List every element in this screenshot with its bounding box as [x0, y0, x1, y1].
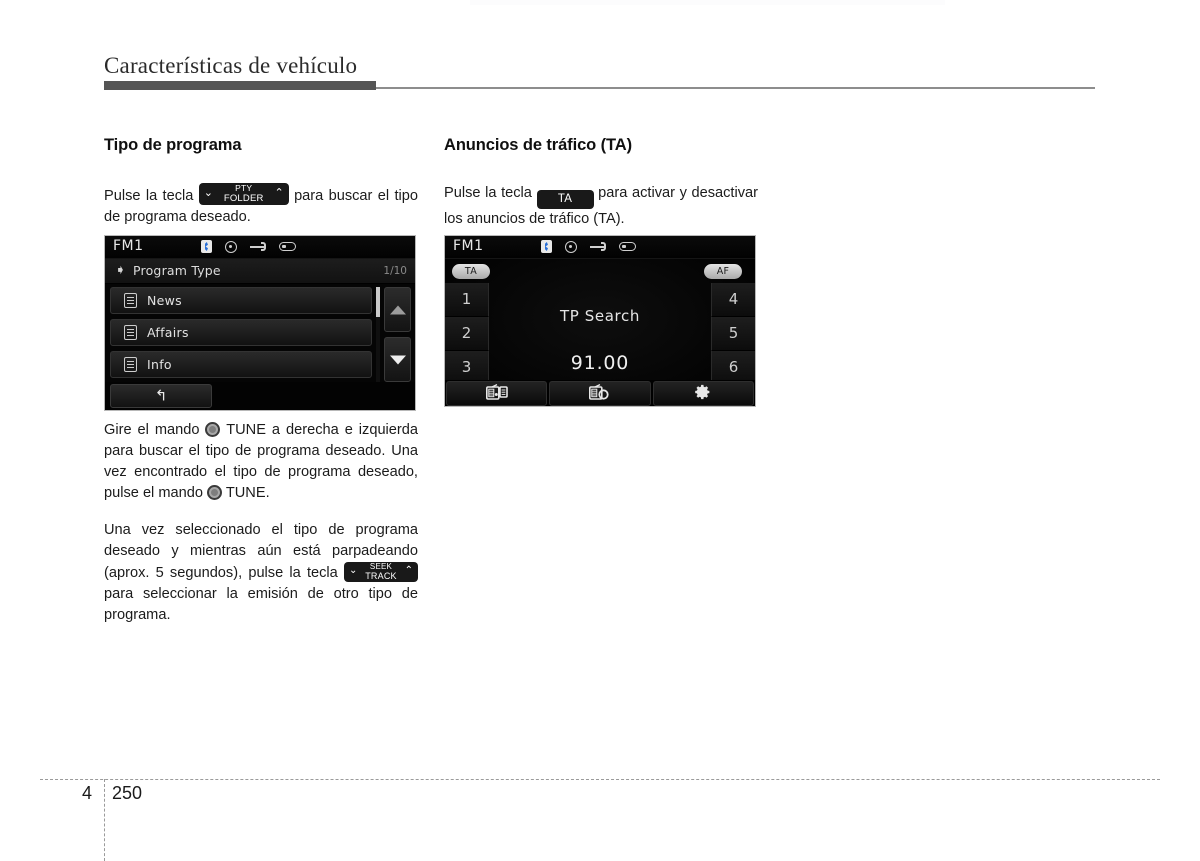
- section-heading-program-type: Tipo de programa: [104, 136, 242, 154]
- disc-icon: [225, 240, 237, 253]
- status-badge-af[interactable]: AF: [704, 264, 742, 279]
- scroll-up-button[interactable]: [384, 287, 411, 332]
- paragraph-text: TUNE.: [225, 485, 270, 501]
- paragraph-text: Gire el mando: [104, 422, 200, 438]
- list-title-label: Program Type: [133, 263, 221, 278]
- scrollbar-track[interactable]: [376, 287, 380, 382]
- back-arrow-icon: ↰: [154, 386, 168, 405]
- usb-icon: [250, 241, 266, 252]
- tune-knob-icon: [205, 422, 221, 437]
- cursor-arrow-icon: ➧: [115, 263, 126, 278]
- preset-button-1[interactable]: 1: [445, 283, 489, 317]
- chevron-up-icon: ⌃: [404, 565, 413, 576]
- status-source-label: FM1: [453, 238, 484, 254]
- bluetooth-icon: [201, 240, 212, 253]
- scan-artifact: [470, 0, 945, 5]
- device-icon: [279, 242, 296, 251]
- paragraph-seek-instruction: Una vez seleccionado el tipo de programa…: [104, 520, 418, 626]
- paragraph-pty-instruction: Pulse la tecla ⌄ PTY FOLDER ⌃ para buscar e…: [104, 183, 418, 228]
- radio-toolbar: [445, 380, 755, 406]
- preset-button-5[interactable]: 5: [711, 317, 755, 351]
- page-title: Características de vehículo: [104, 53, 358, 78]
- preset-column-right: 4 5 6: [711, 283, 755, 385]
- radio-list-icon: [485, 383, 508, 404]
- list-item[interactable]: Info: [110, 351, 372, 378]
- gear-icon: [695, 383, 712, 404]
- left-column: Tipo de programa Pulse la tecla ⌄ PTY FOLD…: [104, 136, 418, 244]
- section-heading-traffic-announcements: Anuncios de tráfico (TA): [444, 136, 632, 154]
- program-type-list: News Affairs Info: [110, 287, 372, 383]
- header-rule-thick: [104, 81, 376, 90]
- footer-page-number: 250: [112, 783, 143, 803]
- list-document-icon: [124, 325, 137, 340]
- list-item[interactable]: Affairs: [110, 319, 372, 346]
- footer-divider: [104, 779, 105, 861]
- status-icon-group: [201, 240, 296, 253]
- manual-page: Características de vehículo Tipo de prog…: [0, 0, 1200, 861]
- status-icon-group: [541, 240, 636, 253]
- device-icon: [619, 242, 636, 251]
- list-item[interactable]: News: [110, 287, 372, 314]
- gear-icon-svg: [695, 384, 710, 399]
- tune-knob-icon: [207, 485, 223, 500]
- left-column-continued: Gire el mando TUNE a derecha e izquierda…: [104, 420, 418, 626]
- device-status-bar: FM1: [445, 236, 755, 259]
- chapter-header: Características de vehículo: [104, 52, 1104, 80]
- chevron-up-icon: ⌃: [274, 187, 284, 199]
- list-item-label: News: [147, 293, 182, 308]
- list-area: News Affairs Info: [105, 284, 415, 388]
- list-document-icon: [124, 293, 137, 308]
- key-ta: TA: [536, 190, 594, 209]
- right-column: Anuncios de tráfico (TA) Pulse la tecla …: [444, 136, 758, 246]
- preset-button-4[interactable]: 4: [711, 283, 755, 317]
- scroll-down-button[interactable]: [384, 337, 411, 382]
- scroll-button-group: [384, 287, 411, 387]
- footer-rule: [40, 779, 1160, 780]
- radio-search-icon-svg: [588, 383, 609, 400]
- status-source-label: FM1: [113, 238, 144, 254]
- triangle-down-icon: [389, 355, 406, 364]
- tp-search-status: TP Search: [560, 307, 640, 325]
- paragraph-ta-instruction: Pulse la tecla TA para activar y desacti…: [444, 183, 758, 230]
- radio-center-display: TP Search 91.00: [489, 283, 711, 382]
- radio-list-button[interactable]: [446, 381, 548, 406]
- back-button[interactable]: ↰: [110, 384, 212, 408]
- paragraph-tune-instruction: Gire el mando TUNE a derecha e izquierda…: [104, 420, 418, 504]
- radio-list-icon-svg: [485, 383, 508, 400]
- preset-button-2[interactable]: 2: [445, 317, 489, 351]
- settings-button[interactable]: [652, 381, 754, 406]
- key-pty-folder: ⌄ PTY FOLDER ⌃: [198, 183, 289, 205]
- triangle-up-icon: [389, 305, 406, 314]
- preset-column-left: 1 2 3: [445, 283, 489, 385]
- usb-icon: [590, 241, 606, 252]
- footer-chapter-number: 4: [82, 783, 93, 803]
- paragraph-text: para seleccionar la emisión de otro tipo…: [104, 586, 418, 623]
- list-item-label: Affairs: [147, 325, 189, 340]
- paragraph-text: Pulse la tecla: [104, 188, 194, 204]
- radio-search-button[interactable]: [549, 381, 651, 406]
- frequency-display: 91.00: [570, 352, 630, 374]
- bluetooth-icon: [541, 240, 552, 253]
- key-seek-track: ⌄ SEEK TRACK ⌃: [344, 562, 418, 582]
- screenshot-program-type-list: FM1 ➧ Program Type 1/10 News Affairs Inf…: [104, 235, 416, 411]
- disc-icon: [565, 240, 577, 253]
- scrollbar-thumb[interactable]: [376, 287, 380, 317]
- list-document-icon: [124, 357, 137, 372]
- list-item-label: Info: [147, 357, 172, 372]
- list-footer-bar: ↰: [105, 382, 415, 410]
- list-title-bar: ➧ Program Type 1/10: [105, 259, 415, 284]
- header-rule: [104, 81, 1095, 90]
- screenshot-radio-tp-search: FM1 TA AF 1 2 3 4 5 6 TP Search 91.00: [444, 235, 756, 407]
- device-status-bar: FM1: [105, 236, 415, 259]
- radio-search-icon: [588, 383, 611, 404]
- list-pager-label: 1/10: [383, 265, 407, 277]
- paragraph-text: Pulse la tecla: [444, 185, 532, 201]
- radio-main-area: TA AF 1 2 3 4 5 6 TP Search 91.00: [445, 259, 755, 406]
- status-badge-ta[interactable]: TA: [452, 264, 490, 279]
